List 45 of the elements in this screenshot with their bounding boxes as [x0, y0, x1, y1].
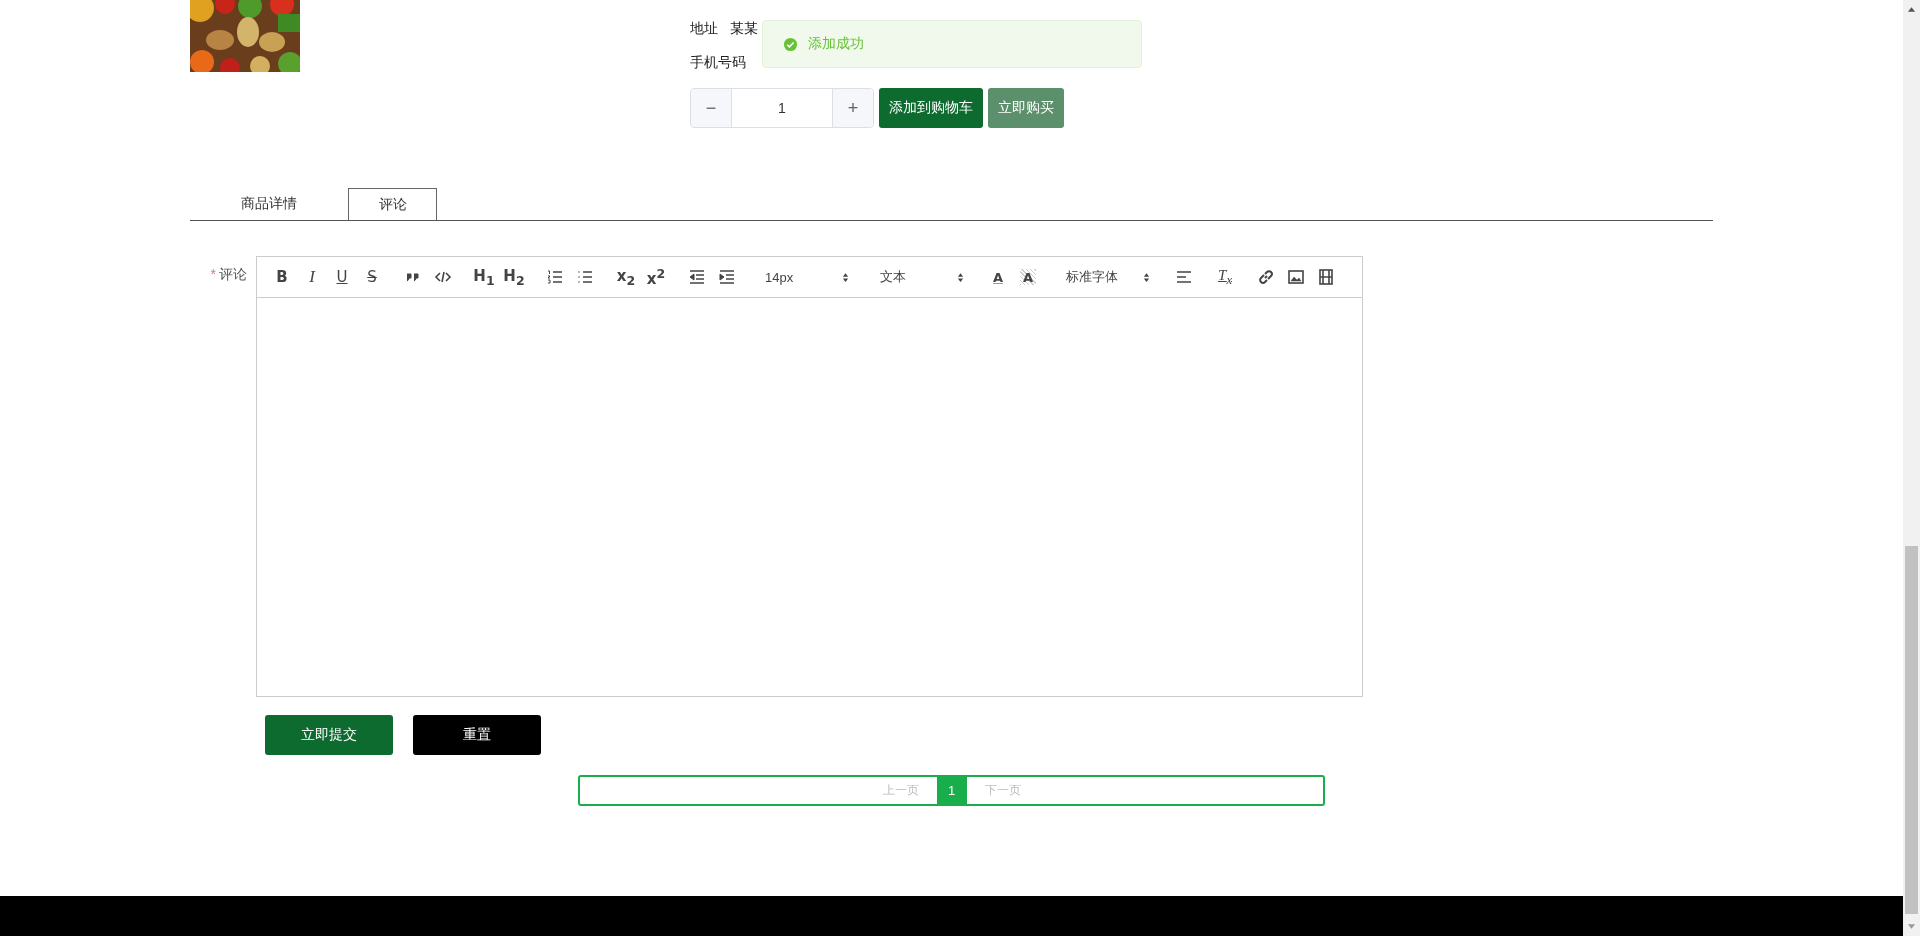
highlight-button[interactable]: A	[1020, 269, 1036, 285]
bold-button[interactable]: B	[271, 265, 293, 289]
updown-caret-icon	[1143, 271, 1150, 283]
film-icon[interactable]	[1317, 268, 1335, 286]
quantity-stepper[interactable]: − 1 +	[690, 88, 874, 128]
tab[interactable]: 商品详情	[190, 188, 348, 220]
underline-button[interactable]: U	[331, 265, 353, 289]
rich-text-editor[interactable]: B I U S H$_{1}$ H$_{2}$ x$_{2}$ x$^{2}$ 14px 文本 A A 标准字体 T$_{x}$	[256, 256, 1363, 697]
outdent-icon[interactable]	[688, 268, 706, 286]
dropdown[interactable]: 标准字体	[1058, 265, 1154, 289]
bold-button[interactable]: H$_{2}$	[503, 265, 525, 289]
required-mark: *	[210, 266, 216, 284]
italic-button[interactable]: I	[301, 265, 323, 289]
tab[interactable]: 评论	[348, 188, 437, 220]
field-value: 某某	[730, 20, 758, 38]
bullet-list-icon[interactable]	[576, 268, 594, 286]
image-icon[interactable]	[1287, 268, 1305, 286]
add-to-cart-button[interactable]: 添加到购物车	[879, 88, 983, 128]
text-color-button[interactable]: A	[987, 265, 1009, 289]
link-icon[interactable]	[1257, 268, 1275, 286]
clear-format-button[interactable]: T$_{x}$	[1214, 265, 1236, 289]
align-icon[interactable]	[1175, 268, 1193, 286]
bold-button[interactable]: x$^{2}$	[645, 265, 667, 289]
increase-button[interactable]: +	[833, 89, 873, 127]
indent-icon[interactable]	[718, 268, 736, 286]
reset-button[interactable]: 重置	[413, 715, 541, 755]
dropdown[interactable]: 文本	[872, 265, 968, 289]
scroll-up-icon[interactable]	[1907, 6, 1916, 12]
buy-now-button[interactable]: 立即购买	[988, 88, 1064, 128]
updown-caret-icon	[957, 271, 964, 283]
dropdown[interactable]: 14px	[757, 265, 853, 289]
scrollbar[interactable]	[1903, 0, 1920, 936]
field-label: 地址	[690, 20, 718, 38]
bold-button[interactable]: H$_{1}$	[473, 265, 495, 289]
comment-label: 评论	[219, 266, 247, 284]
updown-caret-icon	[842, 271, 849, 283]
decrease-button[interactable]: −	[691, 89, 731, 127]
scrollbar-thumb[interactable]	[1905, 546, 1918, 914]
check-circle-icon	[783, 36, 798, 52]
submit-button[interactable]: 立即提交	[265, 715, 393, 755]
field-label: 手机号码	[690, 54, 746, 72]
bold-button[interactable]: x$_{2}$	[615, 265, 637, 289]
toast-message: 添加成功	[808, 35, 864, 53]
strikethrough-button[interactable]: S	[361, 265, 383, 289]
numbered-list-icon[interactable]	[546, 268, 564, 286]
